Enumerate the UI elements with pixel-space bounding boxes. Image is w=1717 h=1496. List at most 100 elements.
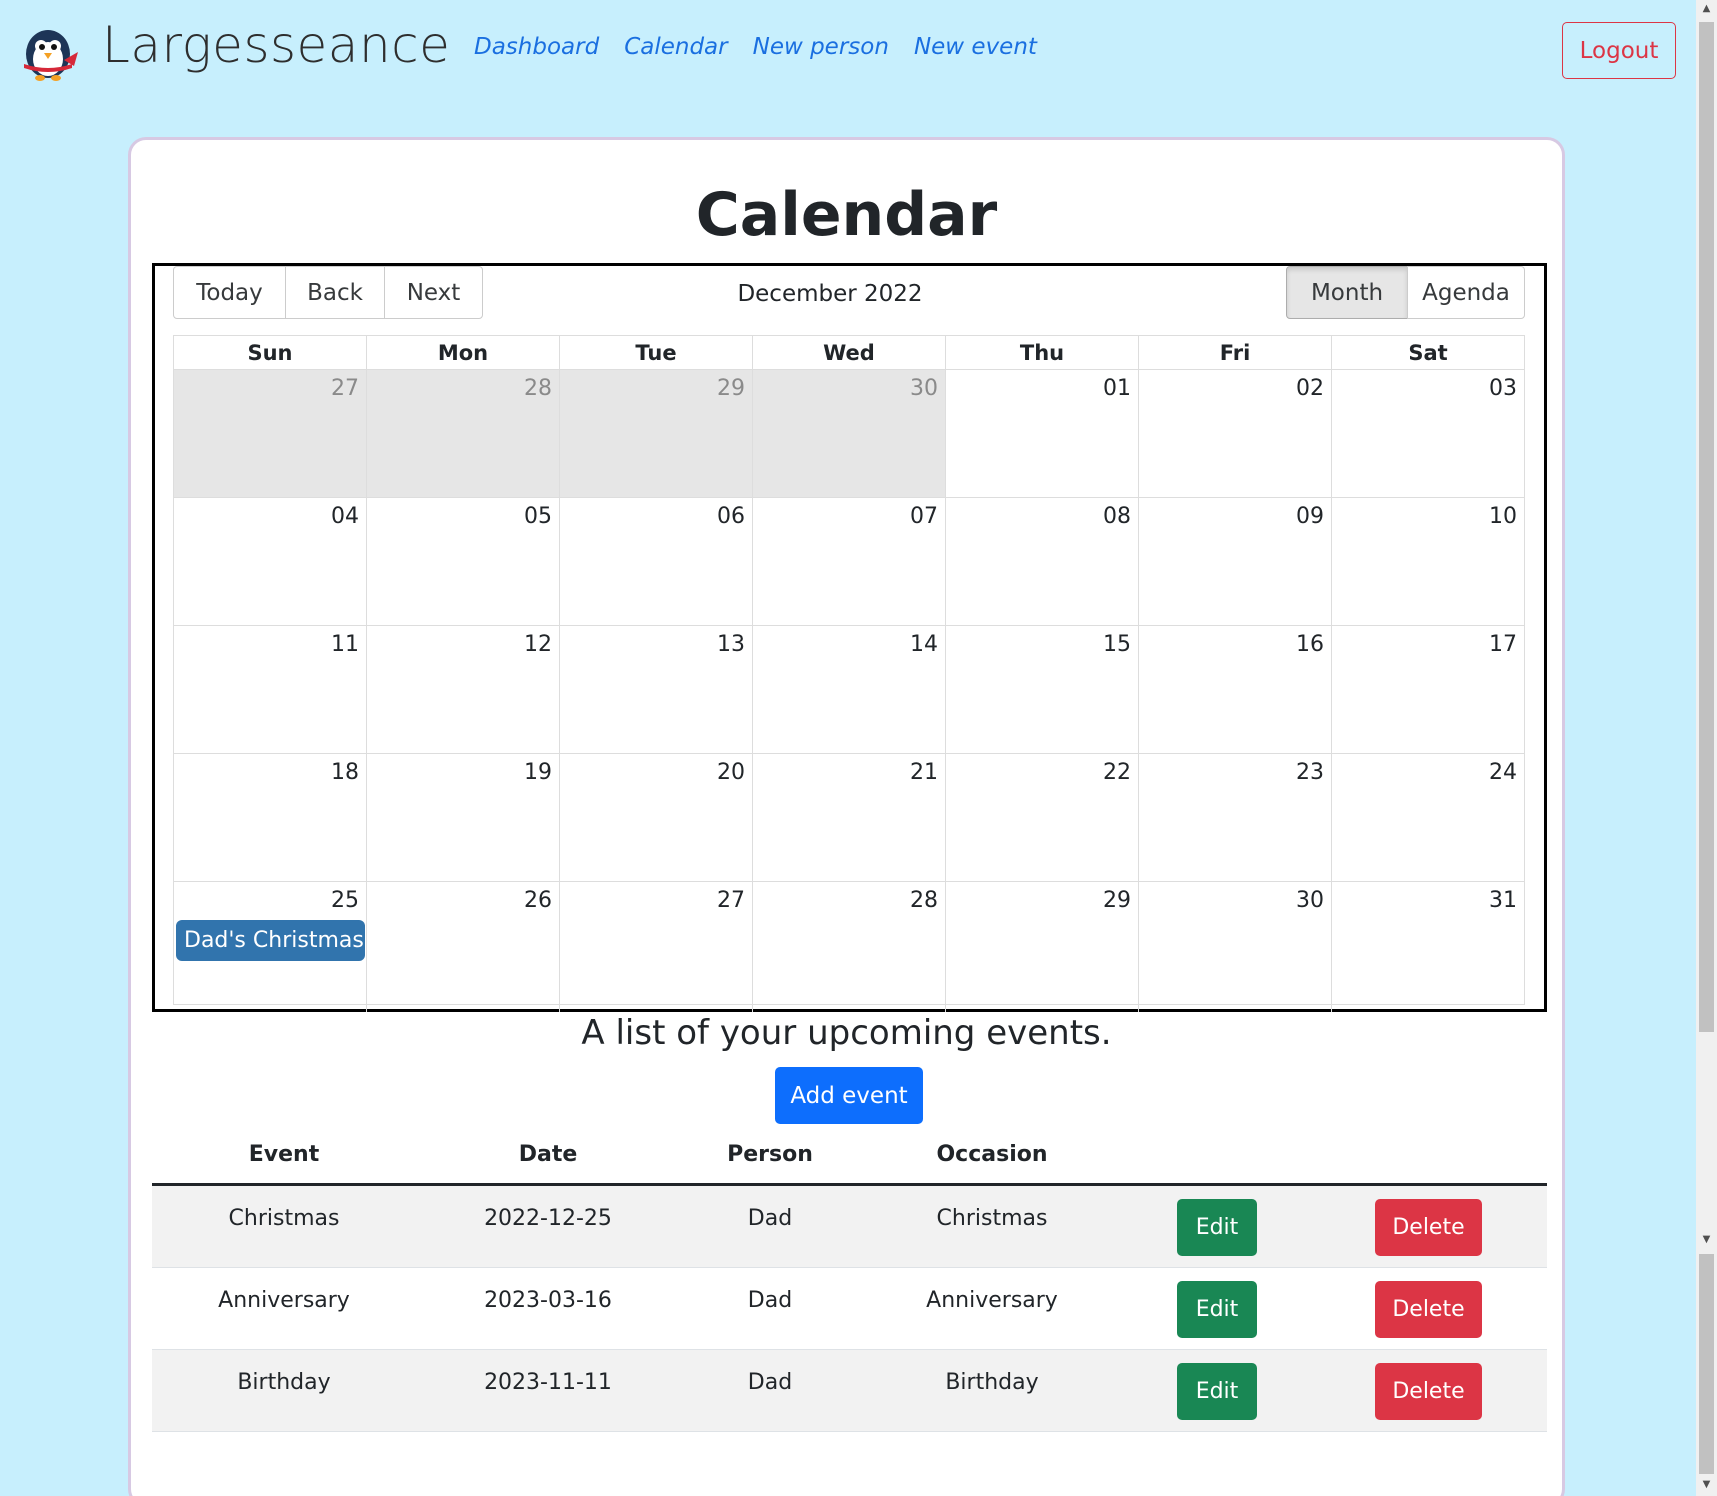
day-number[interactable]: 28 bbox=[910, 888, 938, 913]
day-number[interactable]: 27 bbox=[331, 376, 359, 401]
day-number[interactable]: 14 bbox=[910, 632, 938, 657]
calendar-event-chip[interactable]: Dad's Christmas bbox=[176, 920, 365, 961]
agenda-view-button[interactable]: Agenda bbox=[1407, 266, 1525, 319]
day-number[interactable]: 16 bbox=[1296, 632, 1324, 657]
day-number[interactable]: 03 bbox=[1489, 376, 1517, 401]
day-number[interactable]: 18 bbox=[331, 760, 359, 785]
cell-date: 2023-11-11 bbox=[484, 1370, 612, 1395]
day-number[interactable]: 30 bbox=[1296, 888, 1324, 913]
edit-button[interactable]: Edit bbox=[1177, 1363, 1257, 1420]
day-number[interactable]: 28 bbox=[524, 376, 552, 401]
scrollbar-thumb-lower[interactable] bbox=[1699, 1254, 1714, 1474]
day-cell[interactable]: 04 bbox=[174, 498, 366, 625]
edit-button[interactable]: Edit bbox=[1177, 1281, 1257, 1338]
table-row: Christmas 2022-12-25 Dad Christmas Edit … bbox=[152, 1186, 1547, 1268]
day-cell[interactable]: 27 bbox=[559, 882, 752, 1012]
scrollbar-thumb[interactable] bbox=[1699, 22, 1714, 1032]
day-number[interactable]: 12 bbox=[524, 632, 552, 657]
day-cell-off-range[interactable]: 30 bbox=[752, 370, 945, 497]
back-button[interactable]: Back bbox=[285, 266, 385, 319]
day-cell[interactable]: 12 bbox=[366, 626, 559, 753]
day-number[interactable]: 11 bbox=[331, 632, 359, 657]
day-cell[interactable]: 03 bbox=[1331, 370, 1524, 497]
day-number[interactable]: 15 bbox=[1103, 632, 1131, 657]
scroll-down-arrow-icon[interactable]: ▼ bbox=[1699, 1478, 1714, 1492]
delete-button[interactable]: Delete bbox=[1375, 1199, 1482, 1256]
day-number[interactable]: 09 bbox=[1296, 504, 1324, 529]
day-cell[interactable]: 18 bbox=[174, 754, 366, 881]
day-number[interactable]: 19 bbox=[524, 760, 552, 785]
day-number[interactable]: 20 bbox=[717, 760, 745, 785]
day-number[interactable]: 29 bbox=[1103, 888, 1131, 913]
edit-button[interactable]: Edit bbox=[1177, 1199, 1257, 1256]
day-cell-off-range[interactable]: 29 bbox=[559, 370, 752, 497]
month-view-button[interactable]: Month bbox=[1286, 266, 1408, 319]
day-cell[interactable]: 10 bbox=[1331, 498, 1524, 625]
day-cell[interactable]: 17 bbox=[1331, 626, 1524, 753]
day-number[interactable]: 10 bbox=[1489, 504, 1517, 529]
day-number[interactable]: 30 bbox=[910, 376, 938, 401]
calendar-week: 18 19 20 21 22 23 24 bbox=[174, 754, 1524, 882]
day-number[interactable]: 01 bbox=[1103, 376, 1131, 401]
scroll-down-arrow-icon[interactable]: ▼ bbox=[1699, 1233, 1714, 1247]
day-cell[interactable]: 31 bbox=[1331, 882, 1524, 1012]
day-cell[interactable]: 28 bbox=[752, 882, 945, 1012]
day-cell[interactable]: 22 bbox=[945, 754, 1138, 881]
page-title: Calendar bbox=[695, 180, 998, 250]
day-cell[interactable]: 06 bbox=[559, 498, 752, 625]
day-number[interactable]: 23 bbox=[1296, 760, 1324, 785]
day-number[interactable]: 13 bbox=[717, 632, 745, 657]
penguin-logo-icon[interactable] bbox=[16, 20, 80, 82]
day-number[interactable]: 02 bbox=[1296, 376, 1324, 401]
day-number[interactable]: 24 bbox=[1489, 760, 1517, 785]
day-cell[interactable]: 16 bbox=[1138, 626, 1331, 753]
day-number[interactable]: 29 bbox=[717, 376, 745, 401]
page-scrollbar[interactable]: ▲ ▼ ▼ bbox=[1696, 0, 1717, 1496]
day-cell[interactable]: 15 bbox=[945, 626, 1138, 753]
day-cell[interactable]: 30 bbox=[1138, 882, 1331, 1012]
day-cell[interactable]: 23 bbox=[1138, 754, 1331, 881]
nav-link-calendar[interactable]: Calendar bbox=[624, 34, 727, 60]
day-cell[interactable]: 11 bbox=[174, 626, 366, 753]
scroll-up-arrow-icon[interactable]: ▲ bbox=[1699, 2, 1714, 16]
day-number[interactable]: 07 bbox=[910, 504, 938, 529]
day-cell-off-range[interactable]: 27 bbox=[174, 370, 366, 497]
day-number[interactable]: 04 bbox=[331, 504, 359, 529]
day-number[interactable]: 17 bbox=[1489, 632, 1517, 657]
day-cell[interactable]: 09 bbox=[1138, 498, 1331, 625]
day-number[interactable]: 27 bbox=[717, 888, 745, 913]
day-number[interactable]: 05 bbox=[524, 504, 552, 529]
day-cell[interactable]: 08 bbox=[945, 498, 1138, 625]
nav-link-new-event[interactable]: New event bbox=[914, 34, 1037, 60]
day-number[interactable]: 25 bbox=[331, 888, 359, 913]
day-cell[interactable]: 01 bbox=[945, 370, 1138, 497]
day-cell[interactable]: 05 bbox=[366, 498, 559, 625]
day-cell[interactable]: 19 bbox=[366, 754, 559, 881]
day-number[interactable]: 06 bbox=[717, 504, 745, 529]
next-button[interactable]: Next bbox=[384, 266, 483, 319]
nav-link-new-person[interactable]: New person bbox=[753, 34, 889, 60]
brand-name[interactable]: Largesseance bbox=[102, 16, 450, 74]
day-cell[interactable]: 02 bbox=[1138, 370, 1331, 497]
day-cell-off-range[interactable]: 28 bbox=[366, 370, 559, 497]
day-number[interactable]: 22 bbox=[1103, 760, 1131, 785]
day-cell[interactable]: 13 bbox=[559, 626, 752, 753]
delete-button[interactable]: Delete bbox=[1375, 1363, 1482, 1420]
day-cell[interactable]: 29 bbox=[945, 882, 1138, 1012]
nav-link-dashboard[interactable]: Dashboard bbox=[474, 34, 599, 60]
day-cell[interactable]: 24 bbox=[1331, 754, 1524, 881]
logout-button[interactable]: Logout bbox=[1562, 22, 1676, 79]
day-cell[interactable]: 25 Dad's Christmas bbox=[174, 882, 366, 1012]
day-cell[interactable]: 07 bbox=[752, 498, 945, 625]
day-cell[interactable]: 26 bbox=[366, 882, 559, 1012]
day-number[interactable]: 26 bbox=[524, 888, 552, 913]
day-number[interactable]: 31 bbox=[1489, 888, 1517, 913]
day-cell[interactable]: 20 bbox=[559, 754, 752, 881]
day-number[interactable]: 08 bbox=[1103, 504, 1131, 529]
day-number[interactable]: 21 bbox=[910, 760, 938, 785]
day-cell[interactable]: 21 bbox=[752, 754, 945, 881]
day-cell[interactable]: 14 bbox=[752, 626, 945, 753]
add-event-button[interactable]: Add event bbox=[775, 1067, 923, 1124]
delete-button[interactable]: Delete bbox=[1375, 1281, 1482, 1338]
today-button[interactable]: Today bbox=[173, 266, 286, 319]
